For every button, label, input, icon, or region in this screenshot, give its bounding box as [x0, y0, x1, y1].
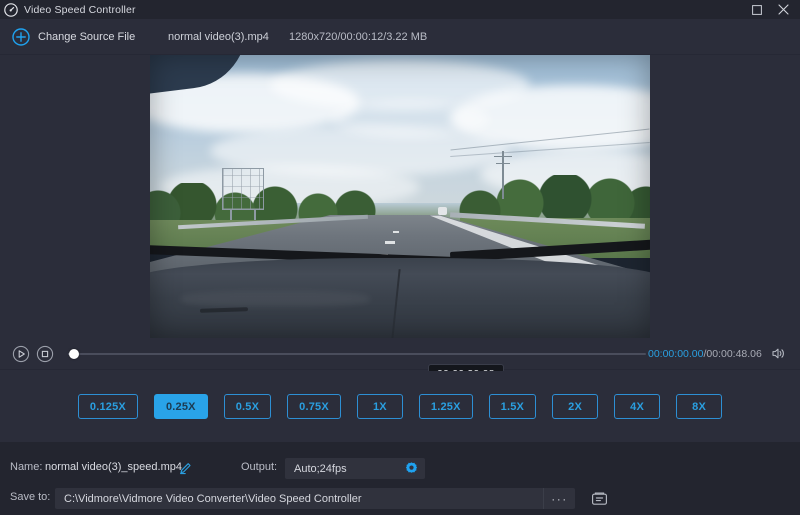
browse-button[interactable]: ··· — [543, 488, 575, 509]
play-button[interactable] — [12, 345, 30, 363]
speed-options-row: 0.125X 0.25X 0.5X 0.75X 1X 1.25X 1.5X 2X… — [0, 371, 800, 442]
output-name-value: normal video(3)_speed.mp4 — [45, 461, 182, 473]
player-controls-bar: 00:00:00.00 /00:00:48.06 — [0, 338, 800, 370]
speedometer-icon — [4, 3, 18, 17]
speed-button-075x[interactable]: 0.75X — [287, 394, 341, 419]
close-button[interactable] — [770, 0, 796, 19]
window-title: Video Speed Controller — [24, 4, 136, 16]
speed-button-15x[interactable]: 1.5X — [489, 394, 536, 419]
billboard-frame — [222, 168, 264, 210]
progress-knob[interactable] — [69, 349, 79, 359]
utility-pole-crossarm — [494, 156, 512, 157]
speed-button-8x[interactable]: 8X — [676, 394, 722, 419]
video-speed-controller-window: Video Speed Controller Change Source Fil… — [0, 0, 800, 515]
change-source-file-label: Change Source File — [38, 31, 135, 43]
save-to-path-value: C:\Vidmore\Vidmore Video Converter\Video… — [64, 493, 362, 505]
total-time: /00:00:48.06 — [703, 348, 761, 360]
save-to-row: Save to: C:\Vidmore\Vidmore Video Conver… — [0, 488, 800, 510]
output-format-field[interactable]: Auto;24fps — [285, 458, 425, 479]
stop-button[interactable] — [36, 345, 54, 363]
speed-button-2x[interactable]: 2X — [552, 394, 598, 419]
speed-button-125x[interactable]: 1.25X — [419, 394, 473, 419]
source-file-meta: 1280x720/00:00:12/3.22 MB — [289, 31, 427, 43]
name-output-row: Name: normal video(3)_speed.mp4 Output: … — [0, 458, 800, 480]
progress-track[interactable] — [68, 353, 646, 355]
gear-icon[interactable] — [404, 461, 419, 476]
speed-button-025x[interactable]: 0.25X — [154, 394, 208, 419]
change-source-file-button[interactable]: Change Source File — [12, 28, 135, 46]
video-stage — [0, 55, 800, 338]
save-to-path-field[interactable]: C:\Vidmore\Vidmore Video Converter\Video… — [55, 488, 575, 509]
title-bar: Video Speed Controller — [0, 0, 800, 19]
speed-button-1x[interactable]: 1X — [357, 394, 403, 419]
utility-pole — [502, 151, 504, 199]
speed-button-4x[interactable]: 4X — [614, 394, 660, 419]
speed-button-0125x[interactable]: 0.125X — [78, 394, 138, 419]
output-label: Output: — [241, 461, 277, 473]
distant-vehicle — [438, 207, 447, 215]
lane-dash — [385, 241, 395, 244]
progress-slider[interactable] — [68, 345, 646, 363]
lane-dash — [393, 231, 399, 233]
utility-pole-crossarm — [496, 163, 510, 164]
folder-icon[interactable] — [586, 488, 612, 509]
save-to-label: Save to: — [10, 491, 50, 503]
source-header: Change Source File normal video(3).mp4 1… — [0, 19, 800, 55]
volume-button[interactable] — [771, 346, 786, 361]
cloud — [330, 100, 490, 138]
pencil-icon[interactable] — [178, 461, 193, 476]
speed-button-05x[interactable]: 0.5X — [224, 394, 271, 419]
output-settings-panel: Name: normal video(3)_speed.mp4 Output: … — [0, 442, 800, 515]
video-preview[interactable] — [150, 55, 650, 338]
maximize-button[interactable] — [744, 0, 770, 19]
name-label: Name: — [10, 461, 42, 473]
source-file-name: normal video(3).mp4 — [168, 31, 269, 43]
current-time: 00:00:00.00 — [648, 348, 703, 360]
plus-circle-icon — [12, 28, 30, 46]
dashboard-highlight — [180, 291, 370, 307]
output-format-value: Auto;24fps — [294, 463, 347, 475]
